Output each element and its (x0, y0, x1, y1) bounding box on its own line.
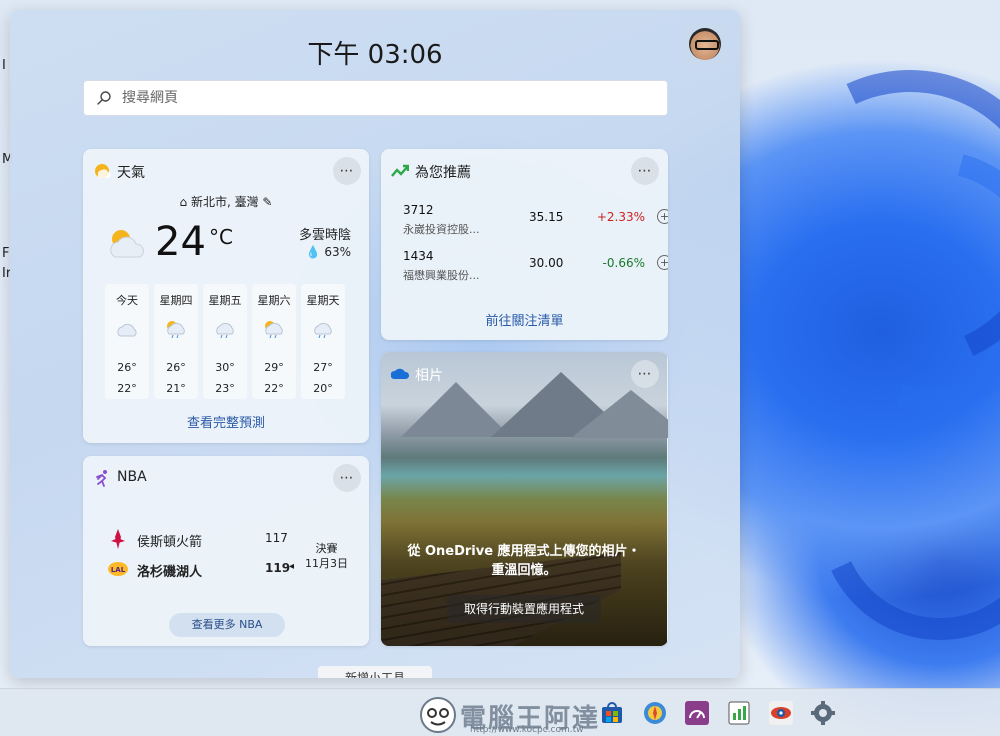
forecast-day[interactable]: 今天 26° 22° (105, 284, 149, 399)
forecast-day[interactable]: 星期五 30° 23° (203, 284, 247, 399)
forecast-day-name: 星期六 (257, 294, 291, 307)
notepad-chart-icon[interactable] (726, 700, 752, 726)
full-forecast-link[interactable]: 查看完整預測 (83, 412, 369, 431)
search-box[interactable] (83, 80, 668, 116)
stock-price: 30.00 (529, 256, 564, 270)
settings-gear-icon[interactable] (810, 700, 836, 726)
photos-caption: 從 OneDrive 應用程式上傳您的相片・重溫回憶。 (407, 544, 641, 578)
stock-price: 35.15 (529, 210, 564, 224)
forecast-low: 20° (313, 382, 333, 395)
stock-symbol: 1434 (403, 249, 434, 263)
add-widget-button[interactable]: 新增小工具 (318, 666, 432, 678)
cloud-icon (117, 323, 137, 337)
weather-title: 天氣 (117, 165, 145, 181)
forecast-high: 30° (215, 361, 235, 374)
raindrop-icon: 💧 (305, 245, 321, 259)
location-text: 新北市, 臺灣 (190, 195, 259, 209)
svg-text:LAL: LAL (111, 566, 126, 574)
user-avatar[interactable] (684, 23, 726, 65)
game-info: 決賽 11月3日 (305, 541, 348, 571)
desktop-icon-label[interactable]: F (2, 246, 9, 261)
forecast-high: 29° (264, 361, 284, 374)
team-score: 117 (265, 531, 288, 545)
stocks-card[interactable]: 為您推薦 ⋯ 3712 永崴投資控股... 35.15 +2.33% + 143… (381, 149, 668, 340)
stock-change: -0.66% (602, 256, 645, 270)
onedrive-cloud-icon (391, 368, 409, 379)
stock-row[interactable]: 3712 永崴投資控股... 35.15 +2.33% + (403, 203, 668, 239)
weather-condition: 多雲時陰 (298, 228, 351, 243)
search-icon (97, 91, 111, 105)
add-stock-button[interactable]: + (657, 255, 668, 270)
partly-sunny-rain-icon (265, 321, 283, 339)
rain-chance: 💧 63% (275, 245, 351, 259)
avatar-face-icon (689, 28, 721, 60)
widgets-board: 下午 03:06 天氣 ⋯ ⌂ 新北市, 臺灣 ✎ 24 °C 多雲時陰 💧 6… (10, 10, 740, 678)
photos-card[interactable]: 相片 ⋯ 從 OneDrive 應用程式上傳您的相片・重溫回憶。 取得行動裝置應… (381, 352, 668, 646)
forecast-high: 26° (117, 361, 137, 374)
get-mobile-app-button[interactable]: 取得行動裝置應用程式 (447, 595, 601, 623)
weather-location[interactable]: ⌂ 新北市, 臺灣 ✎ (83, 193, 369, 210)
game-status: 決賽 (315, 542, 338, 555)
weather-more-button[interactable]: ⋯ (333, 157, 361, 185)
rain-chance-value: 63% (324, 245, 351, 259)
nba-card[interactable]: NBA ⋯ 侯斯頓火箭 117 LAL 洛杉磯湖人 119 ◂ 決賽 11月3日… (83, 456, 369, 646)
add-stock-button[interactable]: + (657, 209, 668, 224)
game-date: 11月3日 (305, 557, 348, 570)
forecast-low: 23° (215, 382, 235, 395)
team-name: 侯斯頓火箭 (137, 535, 203, 550)
forecast-day[interactable]: 星期六 29° 22° (252, 284, 296, 399)
search-input[interactable] (122, 90, 642, 106)
running-sport-icon (96, 470, 107, 487)
home-icon: ⌂ (179, 195, 188, 209)
rain-cloud-icon (216, 322, 234, 339)
partly-cloudy-icon (110, 230, 144, 258)
desktop-icon-label[interactable]: I (2, 58, 6, 73)
rain-cloud-icon (314, 322, 332, 339)
edit-pencil-icon[interactable]: ✎ (262, 195, 272, 209)
rockets-logo-icon (111, 529, 125, 549)
stocks-title: 為您推薦 (415, 165, 471, 181)
stocks-more-button[interactable]: ⋯ (631, 157, 659, 185)
stock-name: 福懋興業股份... (403, 269, 480, 282)
forecast-day[interactable]: 星期四 26° 21° (154, 284, 198, 399)
stock-symbol: 3712 (403, 203, 434, 217)
photos-title: 相片 (415, 368, 443, 384)
forecast-high: 26° (166, 361, 186, 374)
forecast-low: 22° (117, 382, 137, 395)
more-nba-link[interactable]: 查看更多 NBA (169, 613, 285, 637)
gauge-app-icon[interactable] (684, 700, 710, 726)
lakers-logo-icon: LAL (108, 562, 128, 576)
partly-sunny-rain-icon (167, 321, 185, 339)
photos-more-button[interactable]: ⋯ (631, 360, 659, 388)
winner-arrow-icon: ◂ (289, 561, 295, 572)
store-icon[interactable] (599, 700, 625, 726)
weather-card[interactable]: 天氣 ⋯ ⌂ 新北市, 臺灣 ✎ 24 °C 多雲時陰 💧 63% 今天 26°… (83, 149, 369, 443)
clock-time: 下午 03:06 (307, 40, 443, 70)
nba-title: NBA (117, 469, 147, 485)
compass-icon[interactable] (642, 700, 668, 726)
watchlist-link[interactable]: 前往關注清單 (381, 310, 668, 329)
forecast-day[interactable]: 星期天 27° 20° (301, 284, 345, 399)
current-temperature: 24 (155, 219, 206, 265)
stock-name: 永崴投資控股... (403, 223, 480, 236)
eye-app-icon[interactable] (768, 700, 794, 726)
watermark-url: http://www.kocpc.com.tw (470, 725, 584, 735)
stock-row[interactable]: 1434 福懋興業股份... 30.00 -0.66% + (403, 249, 668, 285)
stock-trend-icon (391, 164, 409, 177)
forecast-high: 27° (313, 361, 333, 374)
forecast-day-name: 今天 (116, 294, 138, 307)
team-score: 119 (265, 561, 291, 575)
forecast-day-name: 星期五 (208, 294, 242, 307)
forecast-low: 21° (166, 382, 186, 395)
forecast-day-name: 星期四 (159, 294, 193, 307)
stock-change: +2.33% (596, 210, 645, 224)
wallpaper-ribbon (786, 366, 1000, 674)
forecast-day-name: 星期天 (306, 294, 340, 307)
forecast-low: 22° (264, 382, 284, 395)
temperature-unit[interactable]: °C (209, 225, 233, 249)
weather-sun-icon (95, 164, 111, 178)
nba-more-button[interactable]: ⋯ (333, 464, 361, 492)
team-name: 洛杉磯湖人 (137, 565, 203, 580)
